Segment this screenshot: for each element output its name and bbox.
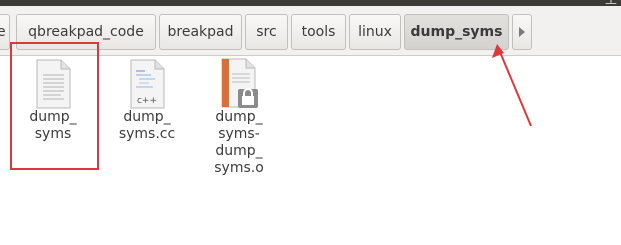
breadcrumb-label: src <box>256 24 277 40</box>
file-name-line: dump_ <box>215 109 263 125</box>
breadcrumb-qbreakpad-code[interactable]: qbreakpad_code <box>16 14 156 50</box>
generic-file-icon <box>36 59 71 109</box>
path-bar: e qbreakpad_code breakpad src tools linu… <box>0 6 621 56</box>
breadcrumb-scroll-right-button[interactable] <box>512 14 532 50</box>
file-name-line: syms.cc <box>118 126 176 142</box>
breadcrumb-linux[interactable]: linux <box>349 14 401 50</box>
breadcrumb-label: linux <box>358 24 392 40</box>
file-name-line: syms- <box>218 126 260 142</box>
breadcrumb-partial[interactable]: e <box>0 14 10 50</box>
breadcrumb-breakpad[interactable]: breakpad <box>159 14 242 50</box>
cpp-source-file-icon: c++ <box>130 59 165 109</box>
file-name-line: syms <box>34 126 72 142</box>
breadcrumb-partial-label: e <box>0 24 6 40</box>
svg-text:c++: c++ <box>137 96 157 106</box>
breadcrumb-label: breakpad <box>167 24 234 40</box>
file-view: dump_ syms c++ dump_ syms.cc dump_ syms-… <box>0 57 621 245</box>
breadcrumb-src[interactable]: src <box>245 14 288 50</box>
breadcrumb-label: dump_syms <box>410 24 503 40</box>
file-name-line: dump_ <box>123 109 171 125</box>
breadcrumb-tools[interactable]: tools <box>291 14 346 50</box>
breadcrumb-label: tools <box>301 24 336 40</box>
breadcrumb-label: qbreakpad_code <box>28 24 144 40</box>
file-name-line: dump_ <box>215 143 263 159</box>
locked-object-file-icon <box>221 58 258 108</box>
breadcrumb-dump-syms[interactable]: dump_syms <box>404 14 509 50</box>
file-name-line: dump_ <box>29 109 77 125</box>
chevron-right-icon <box>519 27 525 37</box>
file-name-line: syms.o <box>214 160 264 176</box>
